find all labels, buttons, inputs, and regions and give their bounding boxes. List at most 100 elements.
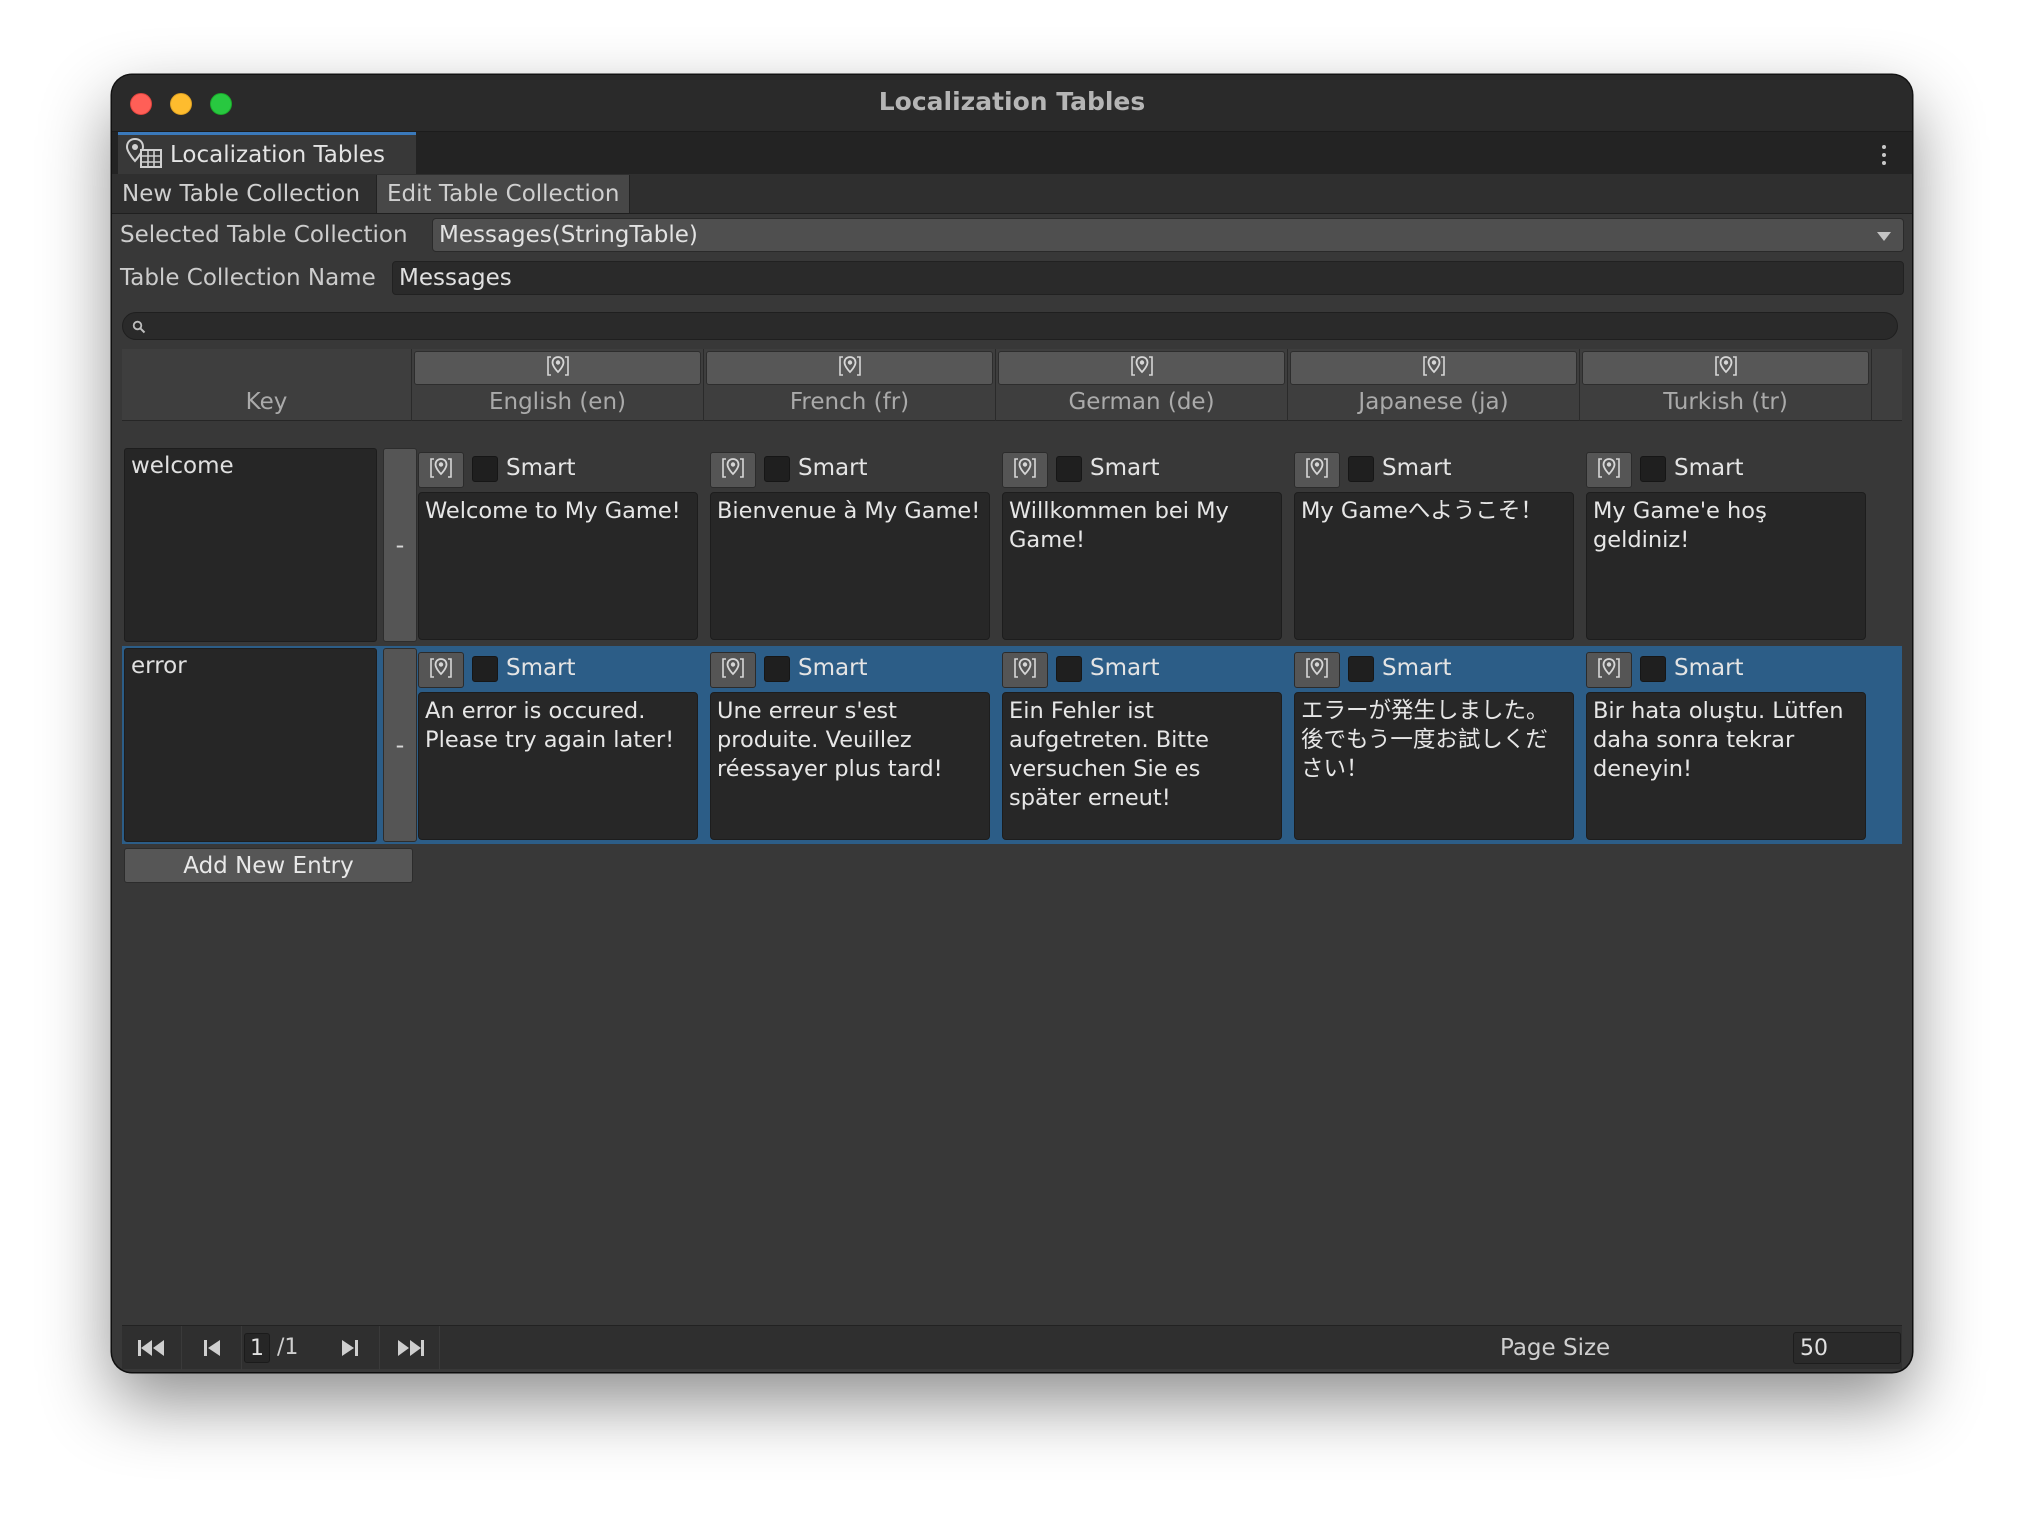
translation-text-field[interactable]: An error is occured. Please try again la… xyxy=(418,692,698,840)
translation-cell: Smart Ein Fehler ist aufgetreten. Bitte v… xyxy=(996,646,1288,844)
language-column-header[interactable]: German (de) xyxy=(996,349,1288,421)
metadata-icon xyxy=(429,455,453,485)
selected-collection-value: Messages(StringTable) xyxy=(439,222,698,248)
entry-metadata-button[interactable] xyxy=(710,452,756,488)
collection-name-row: Table Collection Name Messages xyxy=(120,261,1904,295)
metadata-icon xyxy=(721,455,745,485)
smart-label: Smart xyxy=(1674,655,1744,681)
smart-checkbox[interactable] xyxy=(1056,456,1082,482)
chevron-down-icon xyxy=(1877,232,1891,241)
previous-page-button[interactable] xyxy=(182,1326,242,1370)
collection-name-value: Messages xyxy=(399,265,512,291)
collection-name-field[interactable]: Messages xyxy=(392,261,1904,295)
language-column-label: Japanese (ja) xyxy=(1358,389,1509,415)
smart-label: Smart xyxy=(1382,655,1452,681)
translation-cell: Smart My Gameへようこそ！ xyxy=(1288,446,1580,644)
translation-text-field[interactable]: Ein Fehler ist aufgetreten. Bitte versuc… xyxy=(1002,692,1282,840)
smart-checkbox[interactable] xyxy=(472,656,498,682)
smart-label: Smart xyxy=(1090,455,1160,481)
translation-text-field[interactable]: My Game'e hoş geldiniz! xyxy=(1586,492,1866,640)
entry-metadata-button[interactable] xyxy=(418,452,464,488)
add-new-entry-button[interactable]: Add New Entry xyxy=(124,848,413,883)
smart-checkbox[interactable] xyxy=(1348,456,1374,482)
entry-metadata-button[interactable] xyxy=(1294,652,1340,688)
language-column-header[interactable]: French (fr) xyxy=(704,349,996,421)
smart-checkbox[interactable] xyxy=(1056,656,1082,682)
translation-cell: Smart Bir hata oluştu. Lütfen daha sonra … xyxy=(1580,646,1872,844)
entry-key-field[interactable]: welcome xyxy=(124,448,377,642)
smart-checkbox[interactable] xyxy=(472,456,498,482)
metadata-icon xyxy=(1013,455,1037,485)
metadata-icon xyxy=(1714,353,1738,383)
skip-first-icon xyxy=(137,1340,164,1356)
translation-cell: Smart エラーが発生しました。後でもう一度お試しください！ xyxy=(1288,646,1580,844)
table-header: Key English (en) French (fr) German (de) Ja… xyxy=(122,349,1902,421)
entry-metadata-button[interactable] xyxy=(1002,452,1048,488)
table-row[interactable]: error - Smart An error is occured. Please t… xyxy=(122,646,1902,844)
translation-text-field[interactable]: Bienvenue à My Game! xyxy=(710,492,990,640)
entry-metadata-button[interactable] xyxy=(1002,652,1048,688)
translation-text-field[interactable]: Welcome to My Game! xyxy=(418,492,698,640)
smart-checkbox[interactable] xyxy=(764,456,790,482)
locale-metadata-button[interactable] xyxy=(1582,351,1869,385)
language-column-header[interactable]: English (en) xyxy=(412,349,704,421)
localization-table-icon xyxy=(125,137,164,173)
translation-text-field[interactable]: Bir hata oluştu. Lütfen daha sonra tekra… xyxy=(1586,692,1866,840)
smart-checkbox[interactable] xyxy=(1640,456,1666,482)
translation-cell: Smart Bienvenue à My Game! xyxy=(704,446,996,644)
translation-cell: Smart Une erreur s'est produite. Veuillez… xyxy=(704,646,996,844)
table-row[interactable]: welcome - Smart Welcome to My Game! Smart Bie… xyxy=(122,446,1902,644)
translation-text-field[interactable]: エラーが発生しました。後でもう一度お試しください！ xyxy=(1294,692,1574,840)
tab-label: Localization Tables xyxy=(170,141,385,168)
step-back-icon xyxy=(203,1340,220,1356)
locale-metadata-button[interactable] xyxy=(706,351,993,385)
entry-metadata-button[interactable] xyxy=(710,652,756,688)
tab-new-table-collection[interactable]: New Table Collection xyxy=(112,175,370,213)
metadata-icon xyxy=(546,353,570,383)
metadata-icon xyxy=(838,353,862,383)
metadata-icon xyxy=(1305,455,1329,485)
language-column-header[interactable]: Turkish (tr) xyxy=(1580,349,1872,421)
search-icon xyxy=(132,320,146,334)
collection-name-label: Table Collection Name xyxy=(120,265,376,291)
tab-edit-table-collection[interactable]: Edit Table Collection xyxy=(376,175,631,213)
more-options-icon[interactable] xyxy=(1882,145,1886,169)
entry-metadata-button[interactable] xyxy=(1294,452,1340,488)
entry-metadata-button[interactable] xyxy=(1586,452,1632,488)
editor-tab-localization-tables[interactable]: Localization Tables xyxy=(118,132,416,174)
current-page-field[interactable]: 1 xyxy=(244,1333,270,1363)
key-column-header[interactable]: Key xyxy=(122,349,412,421)
page-size-label: Page Size xyxy=(1500,1335,1611,1361)
page-size-field[interactable]: 50 xyxy=(1793,1332,1901,1364)
entry-metadata-button[interactable] xyxy=(1586,652,1632,688)
locale-metadata-button[interactable] xyxy=(1290,351,1577,385)
translation-cell: Smart Welcome to My Game! xyxy=(412,446,704,644)
metadata-icon xyxy=(1013,655,1037,685)
smart-label: Smart xyxy=(1674,455,1744,481)
smart-checkbox[interactable] xyxy=(764,656,790,682)
entry-key-field[interactable]: error xyxy=(124,648,377,842)
first-page-button[interactable] xyxy=(122,1326,182,1370)
search-input[interactable] xyxy=(122,312,1898,340)
entry-metadata-button[interactable] xyxy=(418,652,464,688)
selected-collection-dropdown[interactable]: Messages(StringTable) xyxy=(432,218,1904,252)
locale-metadata-button[interactable] xyxy=(414,351,701,385)
title-bar: Localization Tables xyxy=(112,75,1912,132)
last-page-button[interactable] xyxy=(380,1326,440,1370)
smart-checkbox[interactable] xyxy=(1640,656,1666,682)
next-page-button[interactable] xyxy=(320,1326,380,1370)
smart-label: Smart xyxy=(1382,455,1452,481)
pagination-bar: 1 /1 Page Size 50 xyxy=(122,1325,1902,1370)
translation-text-field[interactable]: Une erreur s'est produite. Veuillez rées… xyxy=(710,692,990,840)
language-column-label: French (fr) xyxy=(789,389,910,415)
metadata-icon xyxy=(1130,353,1154,383)
locale-metadata-button[interactable] xyxy=(998,351,1285,385)
language-column-header[interactable]: Japanese (ja) xyxy=(1288,349,1580,421)
key-column-label: Key xyxy=(245,389,288,415)
smart-checkbox[interactable] xyxy=(1348,656,1374,682)
translation-text-field[interactable]: My Gameへようこそ！ xyxy=(1294,492,1574,640)
smart-label: Smart xyxy=(506,655,576,681)
metadata-icon xyxy=(721,655,745,685)
step-forward-icon xyxy=(341,1340,358,1356)
translation-text-field[interactable]: Willkommen bei My Game! xyxy=(1002,492,1282,640)
